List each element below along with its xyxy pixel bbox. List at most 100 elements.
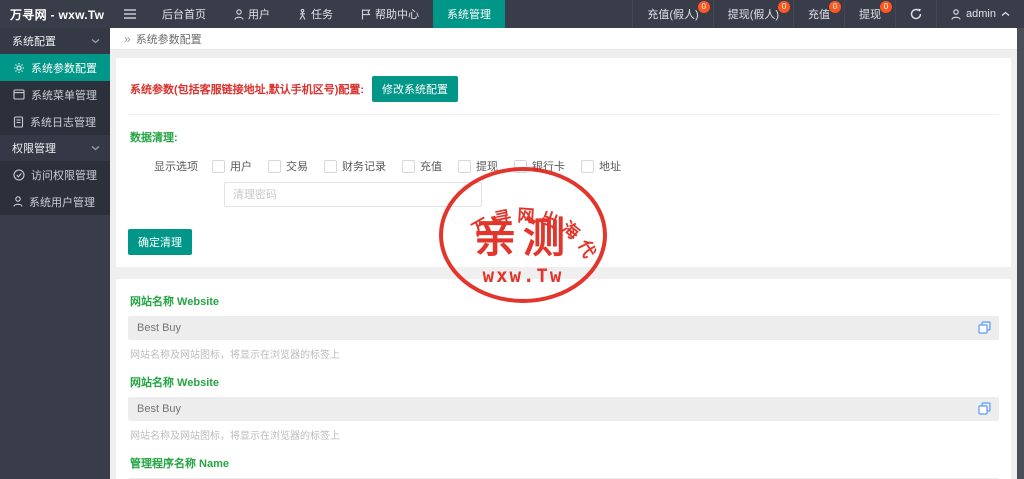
options-label: 显示选项 <box>154 158 198 174</box>
field-website-name-1: 网站名称 Website 网站名称及网站图标，将显示在浏览器的标签上 <box>128 293 999 361</box>
sidebar-menu: 系统配置 系统参数配置 系统菜单管理 系统日志管理 权限管理 访问权限管理 系统… <box>0 28 110 215</box>
sidebar-item-access-permissions[interactable]: 访问权限管理 <box>0 161 110 188</box>
nav-label: 系统管理 <box>447 6 491 22</box>
tr-label: 充值 <box>808 6 830 22</box>
breadcrumb: » 系统参数配置 <box>110 28 1017 50</box>
sidebar-item-system-users[interactable]: 系统用户管理 <box>0 188 110 215</box>
checkbox-label: 银行卡 <box>532 158 565 174</box>
modify-system-config-button[interactable]: 修改系统配置 <box>372 76 458 102</box>
system-config-card: 系统参数(包括客服链接地址,默认手机区号)配置: 修改系统配置 数据清理: 显示… <box>116 58 1011 267</box>
nav-label: 任务 <box>311 6 333 22</box>
sidebar-item-system-logs[interactable]: 系统日志管理 <box>0 108 110 135</box>
group-label: 权限管理 <box>12 140 56 156</box>
sidebar-item-label: 系统参数配置 <box>31 60 97 76</box>
main-content: » 系统参数配置 系统参数(包括客服链接地址,默认手机区号)配置: 修改系统配置… <box>110 28 1017 479</box>
nav-item-system-management[interactable]: 系统管理 <box>433 0 505 28</box>
nav-label: 后台首页 <box>162 6 206 22</box>
nav-item-users[interactable]: 用户 <box>220 0 284 28</box>
copy-icon[interactable] <box>978 402 991 415</box>
sidebar-group-system-config[interactable]: 系统配置 <box>0 28 110 54</box>
field-label: 管理程序名称 Name <box>130 455 999 471</box>
checkbox-label: 交易 <box>286 158 308 174</box>
site-settings-card: 网站名称 Website 网站名称及网站图标，将显示在浏览器的标签上 网站名称 … <box>116 279 1011 479</box>
withdraw-button[interactable]: 提现 0 <box>844 0 895 28</box>
cleanup-password-input[interactable] <box>224 182 482 207</box>
sidebar-item-label: 系统日志管理 <box>30 114 96 130</box>
chevron-down-icon <box>91 145 100 151</box>
field-label: 网站名称 Website <box>130 293 999 309</box>
nav-item-help-center[interactable]: 帮助中心 <box>347 0 433 28</box>
sidebar-item-label: 系统菜单管理 <box>31 87 97 103</box>
top-navbar: 万寻网 - wxw.Tw 后台首页 用户 任务 帮助中心 系统管理 充值(假人)… <box>0 0 1024 28</box>
group-label: 系统配置 <box>12 33 56 49</box>
walking-person-icon <box>298 9 307 20</box>
checkbox-box[interactable] <box>402 160 415 173</box>
nav-item-home[interactable]: 后台首页 <box>148 0 220 28</box>
checkbox-bank-card[interactable]: 银行卡 <box>514 158 565 174</box>
nav-item-tasks[interactable]: 任务 <box>284 0 347 28</box>
chevron-up-icon <box>1001 11 1010 17</box>
withdraw-fake-button[interactable]: 提现(假人) 0 <box>713 0 793 28</box>
recharge-button[interactable]: 充值 0 <box>793 0 844 28</box>
admin-user-menu[interactable]: admin <box>936 0 1024 28</box>
vertical-scrollbar[interactable] <box>1017 28 1024 479</box>
gear-icon <box>13 62 25 74</box>
checkbox-box[interactable] <box>212 160 225 173</box>
confirm-cleanup-button[interactable]: 确定清理 <box>128 229 192 255</box>
website-name-input-1[interactable] <box>128 316 999 340</box>
menu-card-icon <box>13 89 25 100</box>
hamburger-icon <box>124 9 136 19</box>
checkbox-transactions[interactable]: 交易 <box>268 158 308 174</box>
withdraw-fake-badge: 0 <box>778 1 790 13</box>
recharge-badge: 0 <box>829 1 841 13</box>
document-icon <box>13 116 24 128</box>
sidebar-item-label: 访问权限管理 <box>31 167 97 183</box>
checkbox-label: 提现 <box>476 158 498 174</box>
nav-label: 用户 <box>248 6 270 22</box>
recharge-fake-button[interactable]: 充值(假人) 0 <box>632 0 712 28</box>
check-circle-icon <box>13 169 25 181</box>
flag-icon <box>361 9 371 20</box>
nav-label: 帮助中心 <box>375 6 419 22</box>
checkbox-users[interactable]: 用户 <box>212 158 252 174</box>
breadcrumb-arrow-icon: » <box>124 32 131 46</box>
checkbox-recharge[interactable]: 充值 <box>402 158 442 174</box>
copy-icon[interactable] <box>978 321 991 334</box>
app-logo: 万寻网 - wxw.Tw <box>0 0 112 28</box>
checkbox-box[interactable] <box>268 160 281 173</box>
hamburger-menu-button[interactable] <box>112 0 148 28</box>
tr-label: 提现 <box>859 6 881 22</box>
refresh-button[interactable] <box>895 0 936 28</box>
data-cleanup-title: 数据清理: <box>130 129 999 145</box>
sidebar: 系统配置 系统参数配置 系统菜单管理 系统日志管理 权限管理 访问权限管理 系统… <box>0 28 110 479</box>
checkbox-label: 地址 <box>599 158 621 174</box>
tr-label: 提现(假人) <box>728 6 779 22</box>
person-icon <box>234 9 244 20</box>
website-name-input-2[interactable] <box>128 397 999 421</box>
recharge-fake-badge: 0 <box>698 1 710 13</box>
field-help: 网站名称及网站图标，将显示在浏览器的标签上 <box>130 427 999 442</box>
checkbox-withdraw[interactable]: 提现 <box>458 158 498 174</box>
checkbox-finance-records[interactable]: 财务记录 <box>324 158 386 174</box>
field-label: 网站名称 Website <box>130 374 999 390</box>
topbar-right: 充值(假人) 0 提现(假人) 0 充值 0 提现 0 admin <box>632 0 1024 28</box>
checkbox-box[interactable] <box>514 160 527 173</box>
breadcrumb-current: 系统参数配置 <box>136 31 202 47</box>
checkbox-label: 财务记录 <box>342 158 386 174</box>
tr-label: 充值(假人) <box>647 6 698 22</box>
field-website-name-2: 网站名称 Website 网站名称及网站图标，将显示在浏览器的标签上 <box>128 374 999 442</box>
sidebar-item-label: 系统用户管理 <box>29 194 95 210</box>
checkbox-box[interactable] <box>324 160 337 173</box>
checkbox-box[interactable] <box>458 160 471 173</box>
config-notice-text: 系统参数(包括客服链接地址,默认手机区号)配置: <box>130 81 364 97</box>
sidebar-item-system-menus[interactable]: 系统菜单管理 <box>0 81 110 108</box>
sidebar-item-system-params[interactable]: 系统参数配置 <box>0 54 110 81</box>
person-icon <box>951 9 961 20</box>
field-help: 网站名称及网站图标，将显示在浏览器的标签上 <box>130 346 999 361</box>
chevron-down-icon <box>91 38 100 44</box>
checkbox-label: 用户 <box>230 158 252 174</box>
person-icon <box>13 196 23 207</box>
checkbox-box[interactable] <box>581 160 594 173</box>
sidebar-group-permissions[interactable]: 权限管理 <box>0 135 110 161</box>
checkbox-address[interactable]: 地址 <box>581 158 621 174</box>
